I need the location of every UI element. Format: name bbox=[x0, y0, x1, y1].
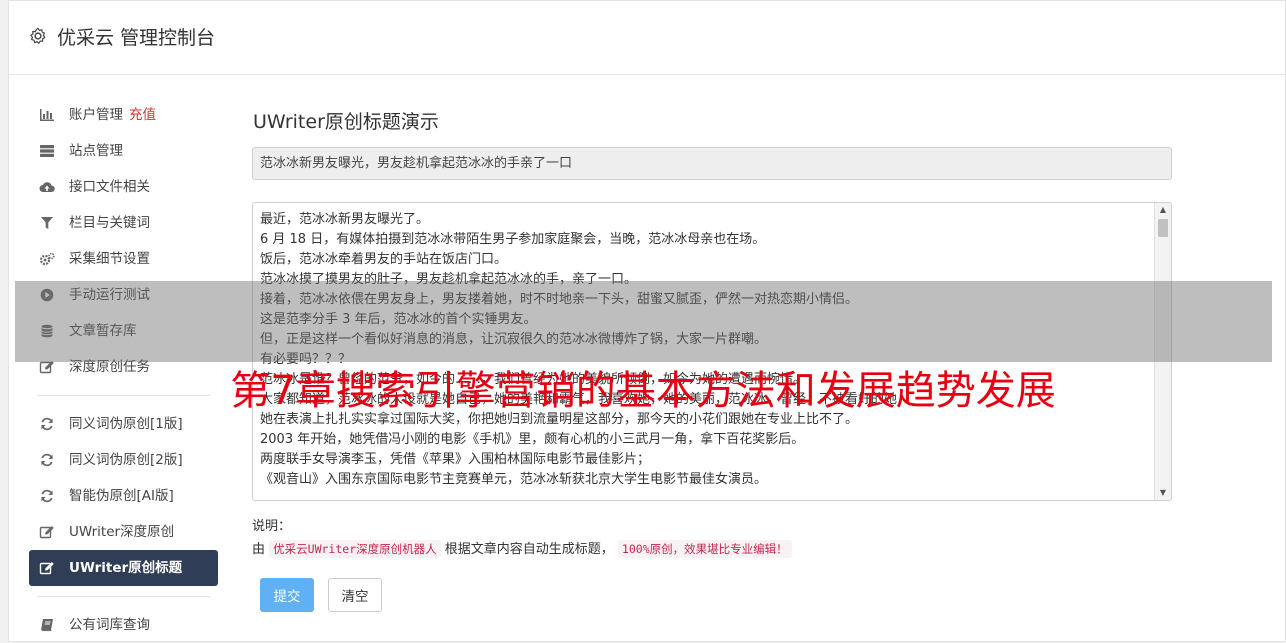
content-line: 两度联手女导演李玉，凭借《苹果》入围柏林国际电影节最佳影片； bbox=[260, 452, 651, 467]
app-title: 优采云 管理控制台 bbox=[57, 27, 216, 49]
content-line: 《观音山》入围东京国际电影节主竞赛单元，范冰冰斩获北京大学生电影节最佳女演员。 bbox=[260, 472, 768, 487]
sidebar-item[interactable]: 公有词库查询 bbox=[29, 607, 218, 643]
scroll-up-arrow-icon[interactable]: ▲ bbox=[1155, 203, 1171, 217]
sidebar-item-label: UWriter深度原创 bbox=[69, 524, 175, 540]
sidebar-item[interactable]: 同义词伪原创[2版] bbox=[29, 442, 218, 478]
sidebar-item-label: 账户管理 bbox=[69, 107, 123, 123]
sidebar-item-label: 同义词伪原创[1版] bbox=[69, 416, 183, 432]
robot-name-code: 优采云UWriter深度原创机器人 bbox=[269, 540, 441, 558]
originality-code: 100%原创，效果堪比专业编辑！ bbox=[617, 540, 792, 558]
page-title: UWriter原创标题演示 bbox=[253, 111, 439, 133]
sidebar-item-label: 栏目与关键词 bbox=[69, 215, 150, 231]
generated-title-field[interactable]: 范冰冰新男友曝光，男友趁机拿起范冰冰的手亲了一口 bbox=[252, 147, 1172, 180]
refresh-icon bbox=[39, 489, 55, 503]
bar-chart-icon bbox=[39, 108, 55, 122]
sidebar-item[interactable]: 栏目与关键词 bbox=[29, 205, 218, 241]
refresh-icon bbox=[39, 417, 55, 431]
header-bar: 优采云 管理控制台 bbox=[9, 1, 1285, 75]
sidebar-item[interactable]: 采集细节设置 bbox=[29, 241, 218, 277]
cloud-upload-icon bbox=[39, 180, 55, 194]
sidebar-item[interactable]: 接口文件相关 bbox=[29, 169, 218, 205]
sidebar-item[interactable]: UWriter深度原创 bbox=[29, 514, 218, 550]
cogs-icon bbox=[39, 252, 55, 266]
clear-button[interactable]: 清空 bbox=[328, 578, 382, 612]
note-middle: 根据文章内容自动生成标题， bbox=[444, 542, 614, 557]
scroll-down-arrow-icon[interactable]: ▼ bbox=[1155, 486, 1171, 500]
sidebar-divider bbox=[37, 596, 210, 597]
note-label: 说明： bbox=[252, 519, 292, 534]
sidebar-item-label: 智能伪原创[AI版] bbox=[69, 488, 174, 504]
note-description: 由 优采云UWriter深度原创机器人 根据文章内容自动生成标题， 100%原创… bbox=[252, 538, 792, 558]
scrollbar-thumb[interactable] bbox=[1158, 219, 1168, 237]
refresh-icon bbox=[39, 453, 55, 467]
content-line: 2003 年开始，她凭借冯小刚的电影《手机》里，颇有心机的小三武月一角，拿下百花… bbox=[260, 432, 805, 447]
note-prefix: 由 bbox=[252, 542, 266, 557]
server-icon bbox=[39, 144, 55, 158]
sidebar-item[interactable]: 账户管理 充值 bbox=[29, 97, 218, 133]
filter-icon bbox=[39, 216, 55, 230]
sidebar-item-label: 公有词库查询 bbox=[69, 617, 150, 633]
watermark-overlay-band bbox=[15, 281, 1272, 362]
content-line: 最近，范冰冰新男友曝光了。 bbox=[260, 212, 430, 227]
sidebar-item[interactable]: 智能伪原创[AI版] bbox=[29, 478, 218, 514]
main-content: UWriter原创标题演示 范冰冰新男友曝光，男友趁机拿起范冰冰的手亲了一口 最… bbox=[252, 97, 1172, 612]
content-line: 6 月 18 日，有媒体拍摄到范冰冰带陌生男子参加家庭聚会，当晚，范冰冰母亲也在… bbox=[260, 232, 766, 247]
edit-icon bbox=[39, 525, 55, 539]
recharge-link[interactable]: 充值 bbox=[129, 107, 156, 123]
sidebar-item-label: 采集细节设置 bbox=[69, 251, 150, 267]
gear-icon bbox=[29, 27, 47, 45]
sidebar-item-label: UWriter原创标题 bbox=[69, 560, 183, 576]
watermark-text: 第7章搜索引擎营销的基本方法和发展趋势发展 bbox=[230, 368, 1056, 414]
book-icon bbox=[39, 618, 55, 632]
sidebar-item-label: 站点管理 bbox=[69, 143, 123, 159]
content-line: 饭后，范冰冰牵着男友的手站在饭店门口。 bbox=[260, 252, 508, 267]
sidebar-item-label: 接口文件相关 bbox=[69, 179, 150, 195]
sidebar-item-label: 同义词伪原创[2版] bbox=[69, 452, 183, 468]
sidebar-item[interactable]: 站点管理 bbox=[29, 133, 218, 169]
submit-button[interactable]: 提交 bbox=[260, 578, 314, 612]
edit-icon bbox=[39, 561, 55, 575]
sidebar-item[interactable]: UWriter原创标题 bbox=[29, 550, 218, 586]
